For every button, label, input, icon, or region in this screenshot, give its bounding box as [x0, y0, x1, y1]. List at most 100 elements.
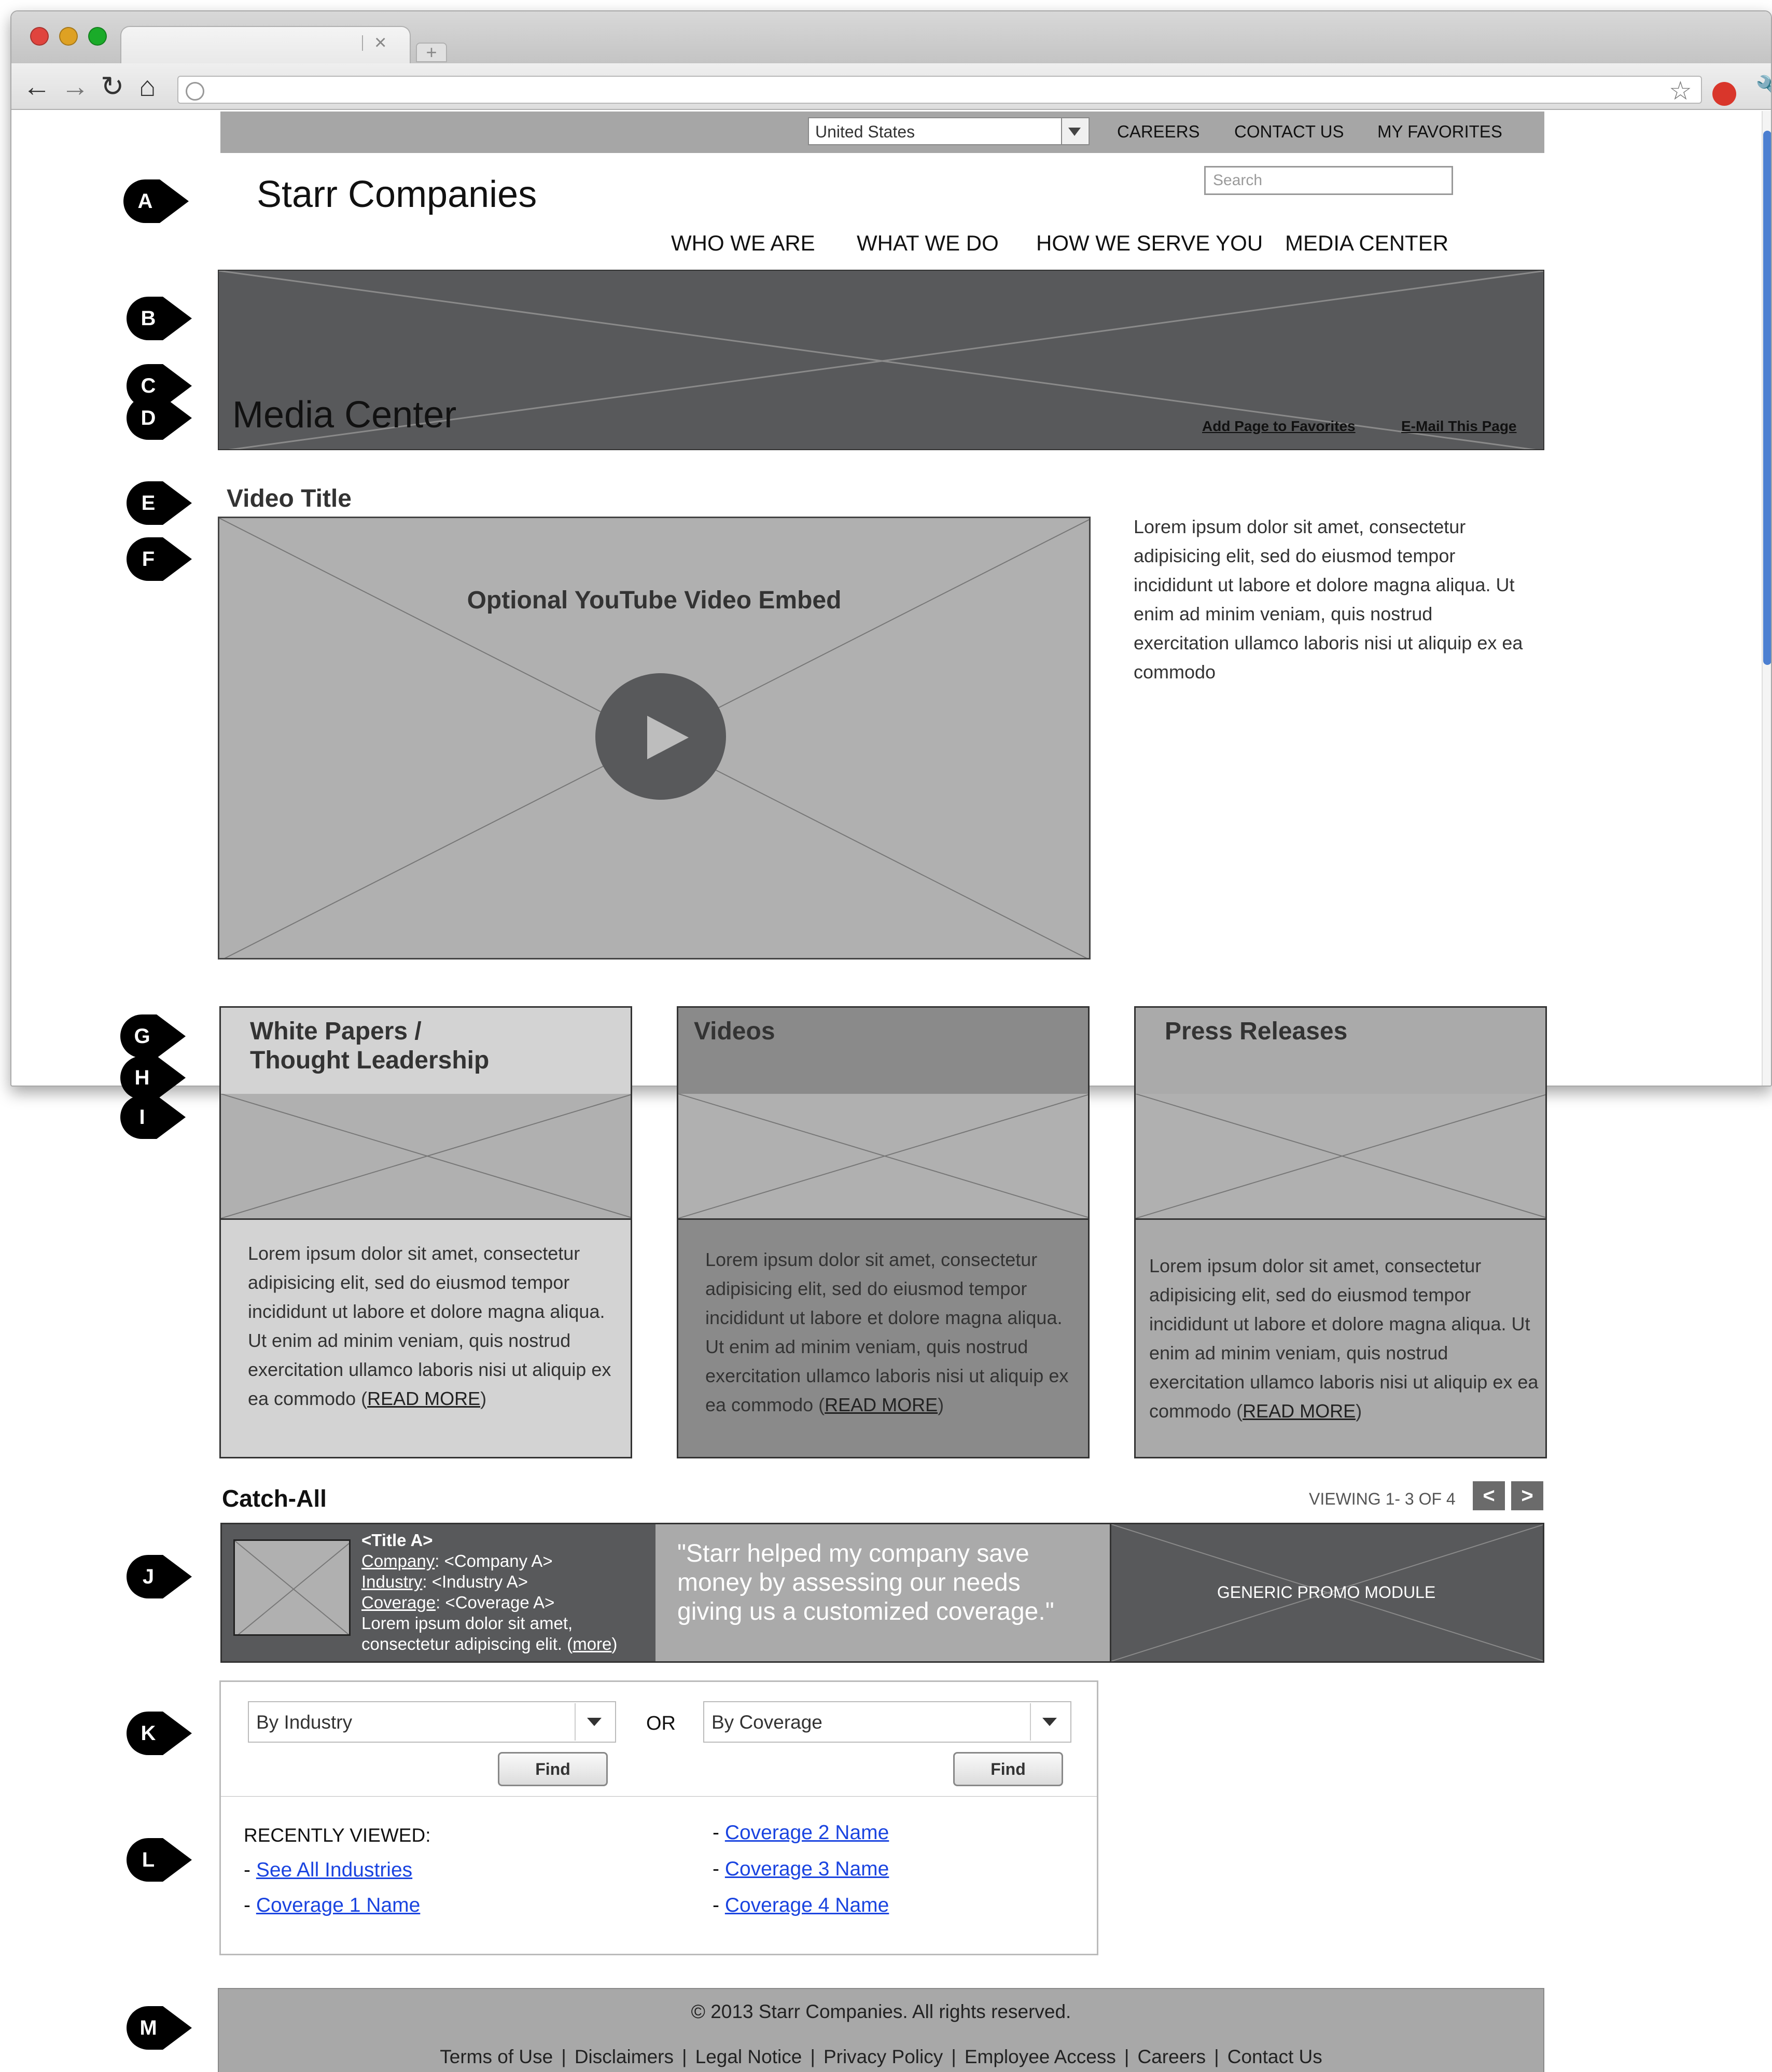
card-text-close: ) — [938, 1394, 944, 1415]
coverage-link[interactable]: Coverage — [361, 1593, 436, 1612]
nav-what-we-do[interactable]: WHAT WE DO — [857, 231, 999, 256]
annotation-marker: G — [120, 1014, 188, 1058]
find-by-coverage-button[interactable]: Find — [953, 1752, 1063, 1786]
card-title[interactable]: White Papers / Thought Leadership — [250, 1017, 489, 1075]
nav-how-we-serve-you[interactable]: HOW WE SERVE YOU — [1036, 231, 1263, 256]
list-dash: - — [244, 1894, 256, 1916]
card-image — [1136, 1094, 1545, 1220]
card-text: Lorem ipsum dolor sit amet, consectetur … — [705, 1249, 1069, 1415]
footer-link-disclaimers[interactable]: Disclaimers — [575, 2046, 674, 2067]
footer-links: Terms of Use | Disclaimers | Legal Notice | Pr… — [218, 2046, 1544, 2068]
read-more-link[interactable]: READ MORE — [1243, 1400, 1356, 1422]
read-more-link[interactable]: READ MORE — [825, 1394, 938, 1415]
more-link[interactable]: more — [573, 1634, 611, 1653]
contact-us-link[interactable]: CONTACT US — [1234, 122, 1344, 141]
reload-icon[interactable]: ↻ — [101, 73, 124, 101]
wrench-icon[interactable]: 🔧 — [1755, 77, 1771, 104]
footer-link-contact[interactable]: Contact Us — [1227, 2046, 1322, 2067]
image-placeholder-cross — [1136, 1094, 1545, 1218]
company-link[interactable]: Company — [361, 1551, 435, 1570]
coverage-value: : <Coverage A> — [436, 1593, 555, 1612]
card-header: Videos — [678, 1008, 1088, 1095]
list-dash: - — [713, 1821, 725, 1844]
marker-label: H — [134, 1066, 150, 1089]
address-bar[interactable] — [177, 76, 1702, 104]
card-videos: Videos Lorem ipsum dolor sit amet, conse… — [677, 1006, 1090, 1458]
card-title-line: White Papers / — [250, 1018, 422, 1045]
footer-link-legal[interactable]: Legal Notice — [695, 2046, 802, 2067]
recent-link[interactable]: Coverage 1 Name — [256, 1894, 421, 1916]
prev-page-button[interactable]: < — [1473, 1481, 1505, 1510]
marker-label: L — [142, 1848, 155, 1871]
footer-link-privacy[interactable]: Privacy Policy — [824, 2046, 943, 2067]
image-placeholder-cross — [221, 1094, 631, 1218]
close-window-button[interactable] — [30, 27, 49, 46]
promo-text: Lorem ipsum dolor sit amet, — [361, 1614, 573, 1633]
footer-copyright: © 2013 Starr Companies. All rights reser… — [691, 2001, 1071, 2022]
zoom-window-button[interactable] — [88, 27, 107, 46]
my-favorites-link[interactable]: MY FAVORITES — [1377, 122, 1502, 141]
footer-link-employee-access[interactable]: Employee Access — [965, 2046, 1116, 2067]
card-text: Lorem ipsum dolor sit amet, consectetur … — [248, 1243, 611, 1409]
annotation-marker: A — [123, 179, 191, 223]
footer-link-terms[interactable]: Terms of Use — [440, 2046, 553, 2067]
card-white-papers: White Papers / Thought Leadership Lorem … — [219, 1006, 632, 1458]
footer-separator: | — [1124, 2046, 1129, 2067]
recent-item: - Coverage 1 Name — [244, 1894, 420, 1917]
card-text-close: ) — [1356, 1400, 1362, 1422]
card-press-releases: Press Releases Lorem ipsum dolor sit ame… — [1134, 1006, 1547, 1458]
marker-label: G — [134, 1025, 150, 1048]
recently-viewed-heading: RECENTLY VIEWED: — [244, 1825, 431, 1846]
recent-link[interactable]: Coverage 2 Name — [725, 1821, 889, 1844]
back-icon[interactable]: ← — [23, 73, 51, 101]
bookmark-star-icon[interactable]: ☆ — [1669, 78, 1692, 104]
chevron-down-icon — [1068, 128, 1081, 136]
extension-icon[interactable] — [1712, 82, 1736, 106]
site-logo-title[interactable]: Starr Companies — [257, 174, 537, 215]
find-by-industry-button[interactable]: Find — [498, 1752, 608, 1786]
annotation-marker: K — [127, 1712, 194, 1755]
next-page-button[interactable]: > — [1511, 1481, 1543, 1510]
tab-close-icon[interactable]: × — [374, 32, 386, 53]
image-placeholder-cross — [235, 1541, 349, 1634]
recent-link[interactable]: Coverage 3 Name — [725, 1858, 889, 1880]
new-tab-button[interactable]: + — [416, 43, 447, 62]
card-header: Press Releases — [1136, 1008, 1545, 1095]
nav-media-center[interactable]: MEDIA CENTER — [1285, 231, 1448, 256]
forward-icon[interactable]: → — [61, 73, 89, 101]
promo-industry: Industry: <Industry A> — [361, 1572, 528, 1592]
scrollbar-thumb[interactable] — [1763, 131, 1771, 665]
recent-item: - Coverage 2 Name — [713, 1821, 889, 1844]
recent-link[interactable]: Coverage 4 Name — [725, 1894, 889, 1916]
nav-who-we-are[interactable]: WHO WE ARE — [671, 231, 815, 256]
search-input[interactable] — [1204, 166, 1453, 195]
industry-link[interactable]: Industry — [361, 1572, 422, 1591]
footer-separator: | — [1214, 2046, 1219, 2067]
catch-all-title: Catch-All — [222, 1485, 327, 1512]
tab-divider — [362, 35, 363, 51]
promo-company: Company: <Company A> — [361, 1551, 553, 1572]
card-image — [221, 1094, 631, 1220]
card-title[interactable]: Videos — [694, 1017, 775, 1046]
card-description: Lorem ipsum dolor sit amet, consectetur … — [1149, 1251, 1543, 1426]
marker-label: M — [139, 2017, 157, 2039]
promo-thumbnail — [233, 1539, 351, 1636]
annotation-marker: L — [127, 1838, 194, 1882]
video-embed-label: Optional YouTube Video Embed — [467, 587, 842, 614]
marker-label: A — [137, 190, 153, 213]
minimize-window-button[interactable] — [59, 27, 78, 46]
annotation-marker: H — [120, 1056, 188, 1100]
add-to-favorites-link[interactable]: Add Page to Favorites — [1202, 418, 1356, 435]
card-description: Lorem ipsum dolor sit amet, consectetur … — [248, 1239, 621, 1413]
chevron-down-icon[interactable] — [587, 1718, 602, 1726]
read-more-link[interactable]: READ MORE — [367, 1388, 480, 1409]
footer-link-careers[interactable]: Careers — [1138, 2046, 1206, 2067]
browser-tab[interactable] — [120, 26, 411, 63]
email-page-link[interactable]: E-Mail This Page — [1401, 418, 1517, 435]
careers-link[interactable]: CAREERS — [1117, 122, 1200, 141]
card-title[interactable]: Press Releases — [1165, 1017, 1347, 1046]
chevron-down-icon[interactable] — [1042, 1718, 1057, 1726]
home-icon[interactable]: ⌂ — [139, 73, 156, 101]
list-dash: - — [244, 1859, 256, 1881]
recent-link[interactable]: See All Industries — [256, 1859, 412, 1881]
